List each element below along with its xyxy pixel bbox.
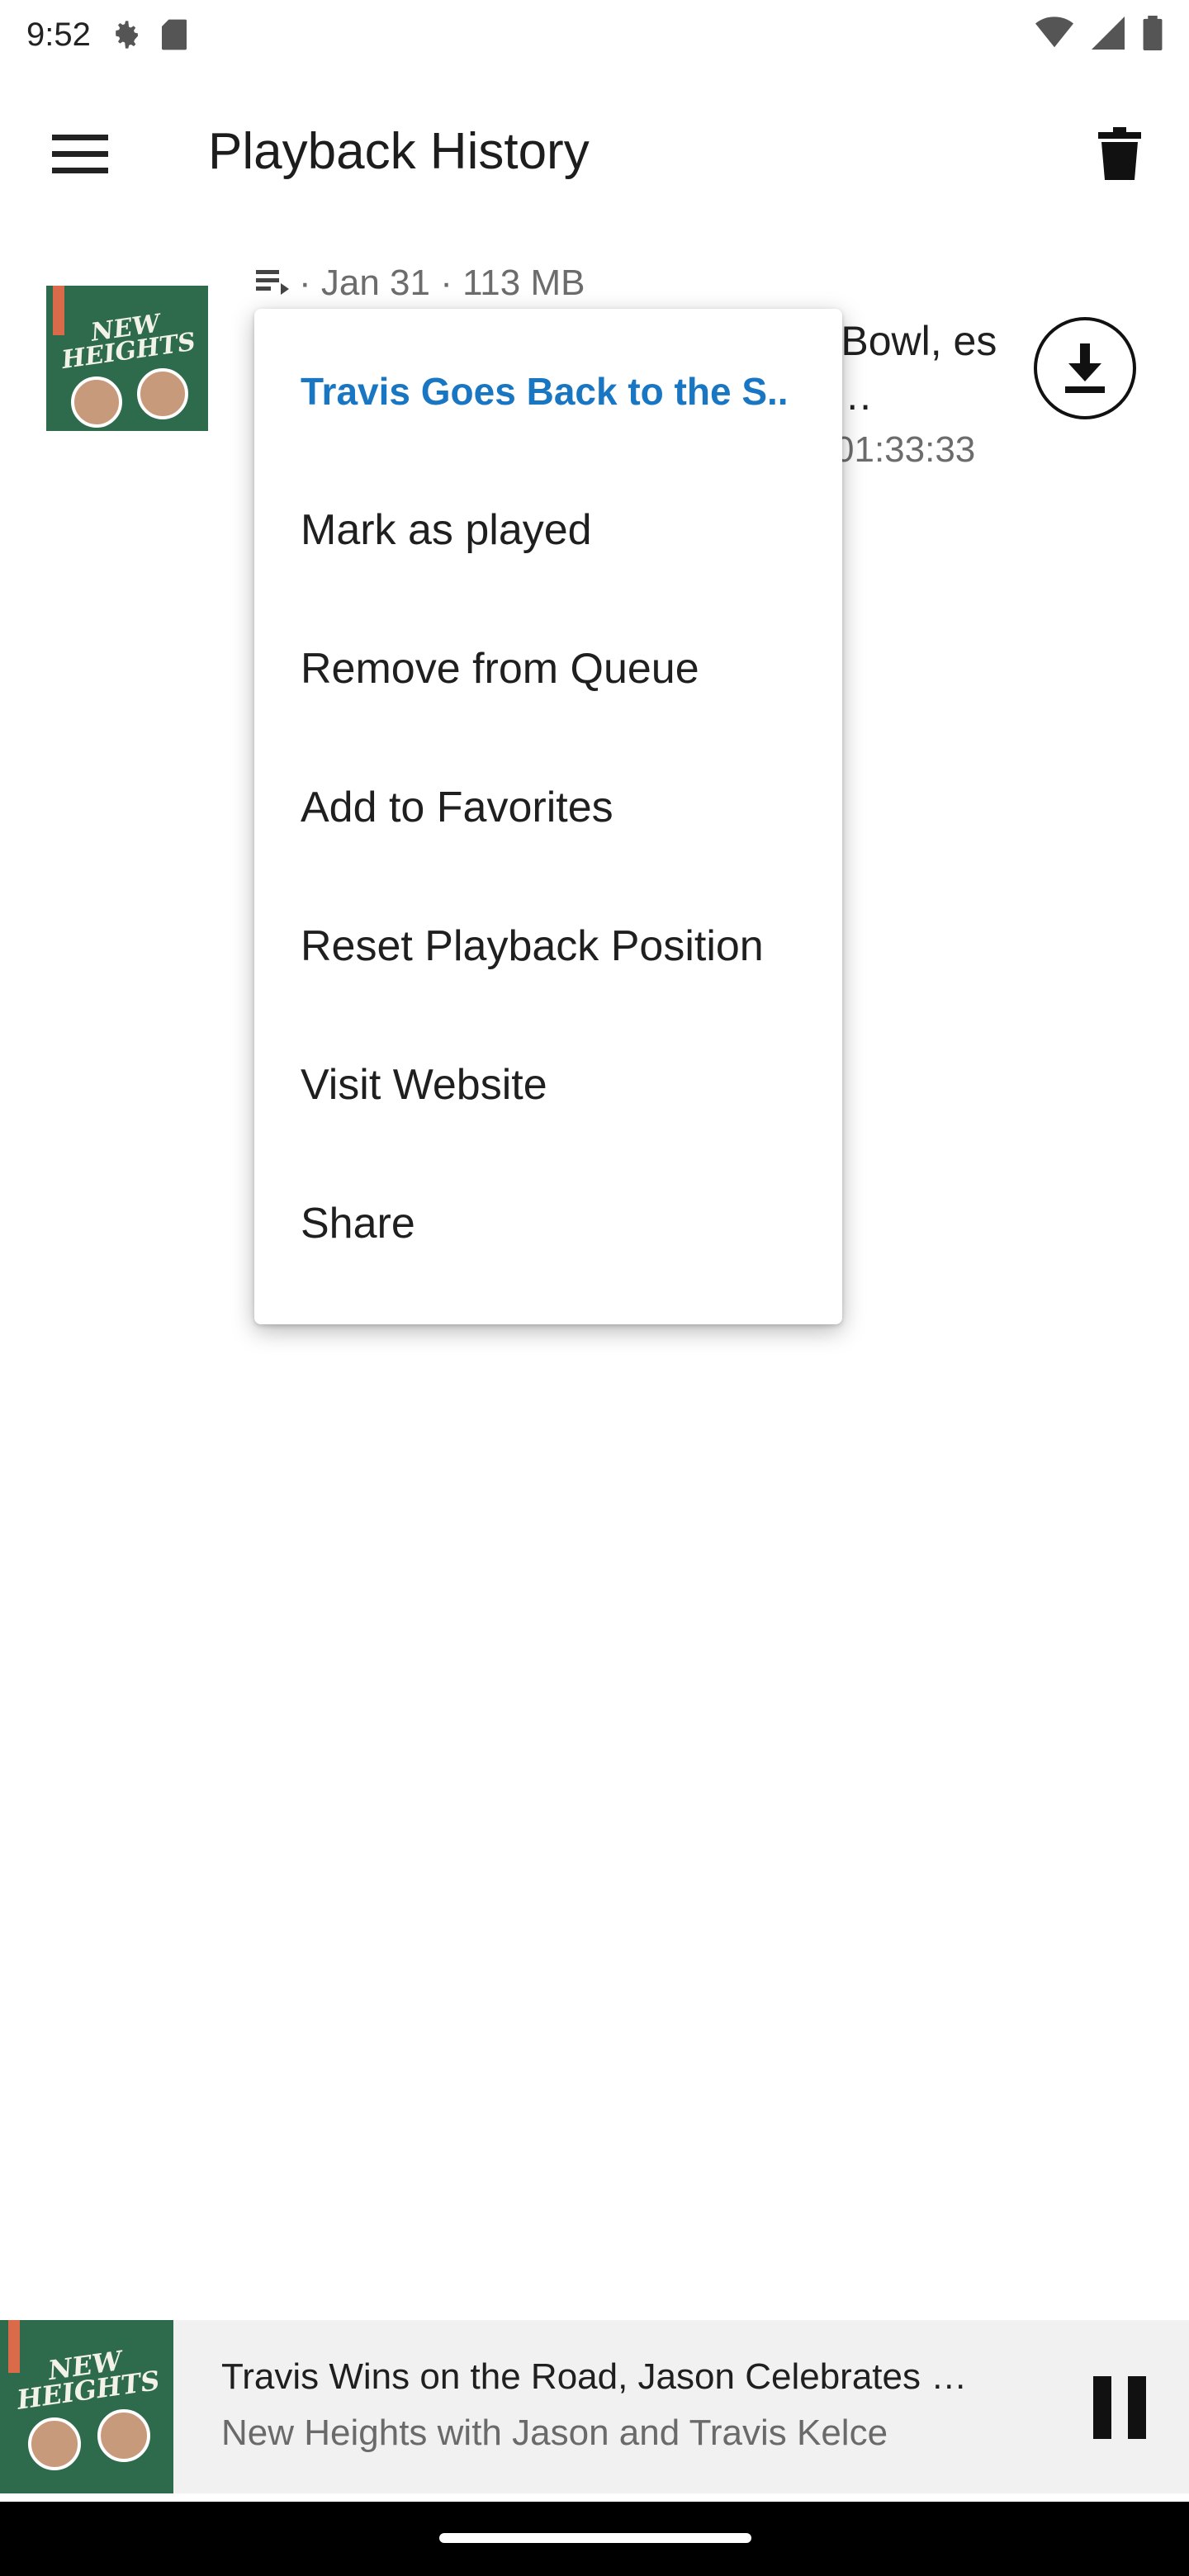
cover-logo-text: NEW HEIGHTS [59, 309, 198, 376]
mini-player-subtitle: New Heights with Jason and Travis Kelce [221, 2413, 888, 2453]
context-menu-header: Travis Goes Back to the S.. [301, 370, 789, 413]
hamburger-menu-icon[interactable] [43, 125, 117, 183]
app-bar: Playback History [0, 91, 1189, 215]
mini-player[interactable]: NEW HEIGHTS Travis Wins on the Road, Jas… [0, 2320, 1189, 2493]
episode-context-menu: Travis Goes Back to the S.. Mark as play… [254, 309, 842, 1324]
download-icon[interactable] [1034, 317, 1136, 419]
sd-card-icon [160, 18, 188, 51]
episode-meta-text: · Jan 31 · 113 MB [299, 263, 585, 303]
share-menu-item[interactable]: Share [254, 1154, 842, 1293]
signal-icon [1092, 16, 1125, 54]
trash-icon[interactable] [1092, 121, 1148, 187]
gear-icon [109, 18, 142, 51]
status-bar: 9:52 [0, 0, 1189, 69]
mini-player-title: Travis Wins on the Road, Jason Celebrate… [221, 2356, 968, 2397]
home-gesture-handle[interactable] [439, 2533, 751, 2543]
episode-cover-art: NEW HEIGHTS [46, 286, 208, 447]
mini-cover-logo-text: NEW HEIGHTS [15, 2345, 162, 2416]
episode-meta: · Jan 31 · 113 MB [256, 263, 585, 304]
pause-icon[interactable] [1078, 2366, 1161, 2449]
battery-icon [1143, 15, 1163, 54]
mini-player-cover-art: NEW HEIGHTS [0, 2320, 173, 2493]
wifi-icon [1035, 16, 1073, 54]
system-nav-bar [0, 2502, 1189, 2576]
add-to-favorites-menu-item[interactable]: Add to Favorites [254, 738, 842, 877]
episode-duration: 01:33:33 [834, 429, 976, 470]
status-right-icons [1035, 15, 1163, 54]
visit-website-menu-item[interactable]: Visit Website [254, 1016, 842, 1154]
remove-from-queue-menu-item[interactable]: Remove from Queue [254, 599, 842, 738]
page-title: Playback History [208, 123, 590, 180]
reset-playback-position-menu-item[interactable]: Reset Playback Position [254, 877, 842, 1016]
queue-icon [256, 263, 289, 304]
status-time: 9:52 [26, 16, 91, 53]
mark-as-played-menu-item[interactable]: Mark as played [254, 461, 842, 599]
